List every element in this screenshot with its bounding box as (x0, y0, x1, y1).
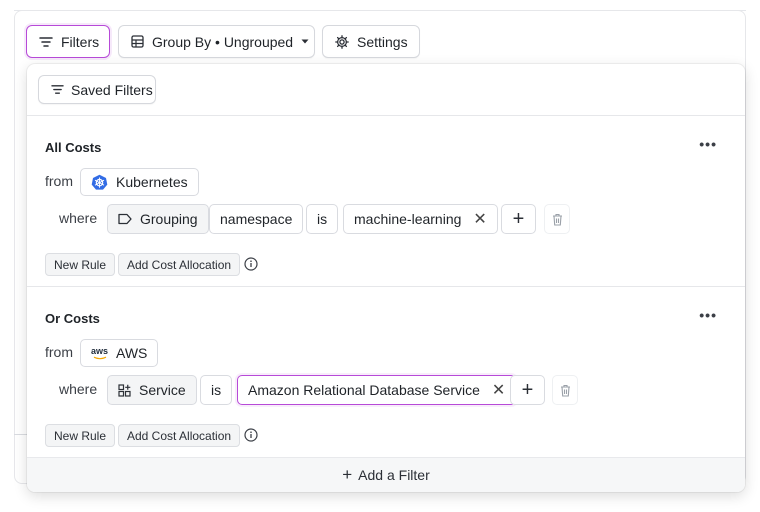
from-label: from (45, 173, 73, 189)
value-label: machine-learning (354, 211, 462, 227)
info-icon[interactable] (244, 257, 258, 271)
filters-panel: Saved Filters All Costs ••• from Kuberne… (27, 64, 745, 492)
add-filter-label: Add a Filter (358, 467, 430, 483)
field-label: Service (139, 382, 186, 398)
add-value-button[interactable]: + (510, 375, 545, 405)
field-type-label: Grouping (140, 211, 198, 227)
filter-lines-icon (51, 84, 64, 95)
add-filter-button[interactable]: + Add a Filter (27, 457, 745, 492)
table-grid-icon (131, 35, 144, 48)
where-label: where (59, 381, 98, 397)
value-label: Amazon Relational Database Service (248, 382, 480, 398)
field-select[interactable]: namespace (209, 204, 304, 234)
field-label: namespace (220, 211, 293, 227)
trash-icon[interactable] (552, 375, 578, 405)
plus-icon: + (342, 465, 353, 484)
filters-button-label: Filters (61, 33, 100, 50)
filter-title: Or Costs (45, 311, 100, 326)
source-select[interactable]: Kubernetes (80, 168, 199, 196)
operator-select[interactable]: is (306, 204, 339, 234)
settings-button[interactable]: Settings (322, 25, 420, 58)
source-select[interactable]: aws AWS (80, 339, 159, 367)
from-label: from (45, 344, 73, 360)
caret-down-icon (301, 39, 309, 44)
value-select[interactable]: machine-learning ✕ (343, 204, 498, 234)
add-cost-allocation-button[interactable]: Add Cost Allocation (118, 424, 241, 447)
info-icon[interactable] (244, 428, 258, 442)
field-type-select[interactable]: Grouping (107, 204, 209, 234)
filter-section-or-costs: Or Costs ••• from aws AWS where Service … (27, 287, 745, 457)
gear-icon (335, 34, 349, 49)
where-label: where (59, 210, 98, 226)
trash-icon[interactable] (544, 204, 570, 234)
more-horizontal-icon[interactable]: ••• (699, 136, 717, 152)
tag-icon (118, 213, 132, 225)
kubernetes-icon (91, 174, 108, 191)
new-rule-button[interactable]: New Rule (45, 253, 116, 276)
settings-button-label: Settings (357, 33, 408, 50)
operator-label: is (211, 382, 222, 398)
panel-header: Saved Filters (27, 64, 745, 116)
source-label: AWS (116, 345, 148, 361)
add-value-button[interactable]: + (501, 204, 536, 234)
saved-filters-label: Saved Filters (71, 81, 153, 98)
field-select[interactable]: Service (107, 375, 197, 405)
group-by-dropdown[interactable]: Group By • Ungrouped (118, 25, 315, 58)
operator-select[interactable]: is (200, 375, 233, 405)
aws-logo-icon: aws (91, 346, 108, 360)
source-label: Kubernetes (116, 174, 188, 190)
filter-title: All Costs (45, 140, 102, 155)
operator-label: is (317, 211, 328, 227)
saved-filters-button[interactable]: Saved Filters (38, 75, 156, 104)
group-by-label: Group By • Ungrouped (152, 33, 294, 50)
add-cost-allocation-button[interactable]: Add Cost Allocation (118, 253, 241, 276)
grid-plus-icon (118, 383, 131, 397)
more-horizontal-icon[interactable]: ••• (699, 307, 717, 323)
new-rule-button[interactable]: New Rule (45, 424, 116, 447)
filter-lines-icon (39, 36, 53, 48)
value-select[interactable]: Amazon Relational Database Service ✕ (237, 375, 517, 405)
close-icon[interactable]: ✕ (492, 380, 505, 400)
filter-section-all-costs: All Costs ••• from Kubernetes where Grou… (27, 116, 745, 287)
background-row-divider (14, 434, 28, 435)
close-icon[interactable]: ✕ (473, 209, 486, 229)
filters-button[interactable]: Filters (26, 25, 110, 58)
